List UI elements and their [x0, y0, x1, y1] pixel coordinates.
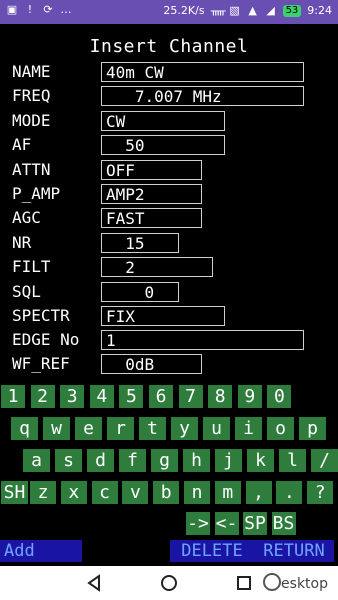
back-icon[interactable] — [85, 573, 105, 593]
key-row2-6[interactable]: u — [203, 417, 230, 440]
key-row4-2[interactable]: x — [60, 481, 87, 504]
battery-indicator: 53 — [282, 4, 302, 17]
recents-icon[interactable] — [234, 573, 254, 593]
key-row3-3[interactable]: f — [119, 449, 146, 472]
key-row5-1[interactable]: <- — [214, 512, 239, 535]
key-row2-7[interactable]: i — [235, 417, 262, 440]
field-value-attn[interactable]: OFF — [101, 160, 202, 180]
key-row4-5[interactable]: b — [153, 481, 180, 504]
key-row4-0[interactable]: SH — [1, 481, 28, 504]
key-row1-8[interactable]: 9 — [237, 385, 262, 408]
watermark-logo-icon — [263, 573, 282, 591]
field-value-freq[interactable]: 7.007 MHz — [101, 86, 304, 106]
key-row1-1[interactable]: 2 — [30, 385, 55, 408]
field-value-filt[interactable]: 2 — [101, 257, 213, 277]
clock: 9:24 — [307, 4, 332, 17]
alert-icon: ! — [27, 3, 33, 16]
key-row2-0[interactable]: q — [11, 417, 38, 440]
bluetooth-icon: ᚅ — [210, 3, 226, 17]
field-value-sql[interactable]: 0 — [101, 282, 179, 302]
key-row3-8[interactable]: l — [279, 449, 306, 472]
key-row1-7[interactable]: 8 — [208, 385, 233, 408]
key-row4-9[interactable]: . — [276, 481, 303, 504]
key-row3-6[interactable]: j — [215, 449, 242, 472]
key-row4-7[interactable]: m — [214, 481, 241, 504]
system-nav-bar: esktop — [0, 566, 338, 600]
field-value-edge-no[interactable]: 1 — [101, 330, 304, 350]
key-row1-0[interactable]: 1 — [1, 385, 25, 408]
return-button[interactable]: RETURN — [254, 540, 334, 562]
field-value-nr[interactable]: 15 — [101, 233, 179, 253]
page-title: Insert Channel — [89, 36, 249, 57]
key-row3-4[interactable]: g — [151, 449, 178, 472]
status-bar: ▣ ! ⟳ … 25.2K/s ᚅ ▧ ▲ ◢ 53 9:24 — [0, 0, 338, 24]
key-row2-4[interactable]: t — [139, 417, 166, 440]
field-label-freq: FREQ — [12, 86, 51, 105]
key-row4-6[interactable]: n — [184, 481, 210, 504]
field-label-af: AF — [12, 135, 32, 154]
field-value-af[interactable]: 50 — [101, 135, 225, 155]
field-label-attn: ATTN — [12, 160, 51, 179]
key-row3-9[interactable]: / — [311, 449, 338, 472]
key-row3-1[interactable]: s — [55, 449, 82, 472]
field-label-sql: SQL — [12, 282, 41, 301]
field-value-agc[interactable]: FAST — [101, 208, 202, 228]
field-value-mode[interactable]: CW — [101, 111, 225, 131]
home-icon[interactable] — [159, 573, 179, 593]
field-label-filt: FILT — [12, 257, 51, 276]
key-row2-8[interactable]: o — [267, 417, 294, 440]
field-label-nr: NR — [12, 233, 32, 252]
more-icon: … — [60, 3, 72, 16]
key-row2-9[interactable]: p — [299, 417, 326, 440]
key-row3-5[interactable]: h — [183, 449, 210, 472]
field-label-edge-no: EDGE No — [12, 330, 80, 349]
key-row1-3[interactable]: 4 — [89, 385, 114, 408]
field-label-name: NAME — [12, 62, 51, 81]
image-icon: ▣ — [6, 3, 18, 16]
field-label-mode: MODE — [12, 111, 51, 130]
key-row1-9[interactable]: 0 — [267, 385, 292, 408]
field-value-wf-ref[interactable]: 0dB — [101, 354, 202, 374]
key-row5-0[interactable]: -> — [186, 512, 210, 535]
key-row5-2[interactable]: SP — [243, 512, 267, 535]
key-row5-3[interactable]: BS — [271, 512, 296, 535]
key-row3-7[interactable]: k — [247, 449, 274, 472]
network-speed: 25.2K/s — [163, 4, 205, 17]
key-row3-0[interactable]: a — [23, 449, 50, 472]
key-row2-2[interactable]: e — [75, 417, 102, 440]
add-button[interactable]: Add — [0, 540, 82, 562]
key-row1-4[interactable]: 5 — [119, 385, 144, 408]
key-row4-4[interactable]: v — [122, 481, 149, 504]
key-row4-8[interactable]: , — [245, 481, 272, 504]
key-row1-6[interactable]: 7 — [178, 385, 203, 408]
field-label-wf-ref: WF_REF — [12, 354, 70, 373]
field-label-agc: AGC — [12, 208, 41, 227]
key-row3-2[interactable]: d — [87, 449, 114, 472]
key-row4-10[interactable]: ? — [307, 481, 334, 504]
key-row1-5[interactable]: 6 — [149, 385, 173, 408]
signal-icon: ◢ — [266, 3, 275, 17]
wifi-icon: ▲ — [248, 3, 257, 17]
delete-button[interactable]: DELETE — [170, 540, 254, 562]
field-value-spectr[interactable]: FIX — [101, 306, 225, 326]
key-row2-5[interactable]: y — [171, 417, 198, 440]
key-row2-3[interactable]: r — [107, 417, 134, 440]
sync-icon: ⟳ — [43, 3, 53, 16]
field-label-spectr: SPECTR — [12, 306, 70, 325]
field-value-name[interactable]: 40m CW — [101, 62, 304, 82]
field-label-p-amp: P_AMP — [12, 184, 61, 203]
vibrate-icon: ▧ — [229, 3, 240, 17]
key-row4-1[interactable]: z — [30, 481, 56, 504]
key-row2-1[interactable]: w — [43, 417, 70, 440]
field-value-p-amp[interactable]: AMP2 — [101, 184, 202, 204]
key-row4-3[interactable]: c — [91, 481, 118, 504]
key-row1-2[interactable]: 3 — [60, 385, 85, 408]
watermark: esktop — [263, 573, 328, 592]
